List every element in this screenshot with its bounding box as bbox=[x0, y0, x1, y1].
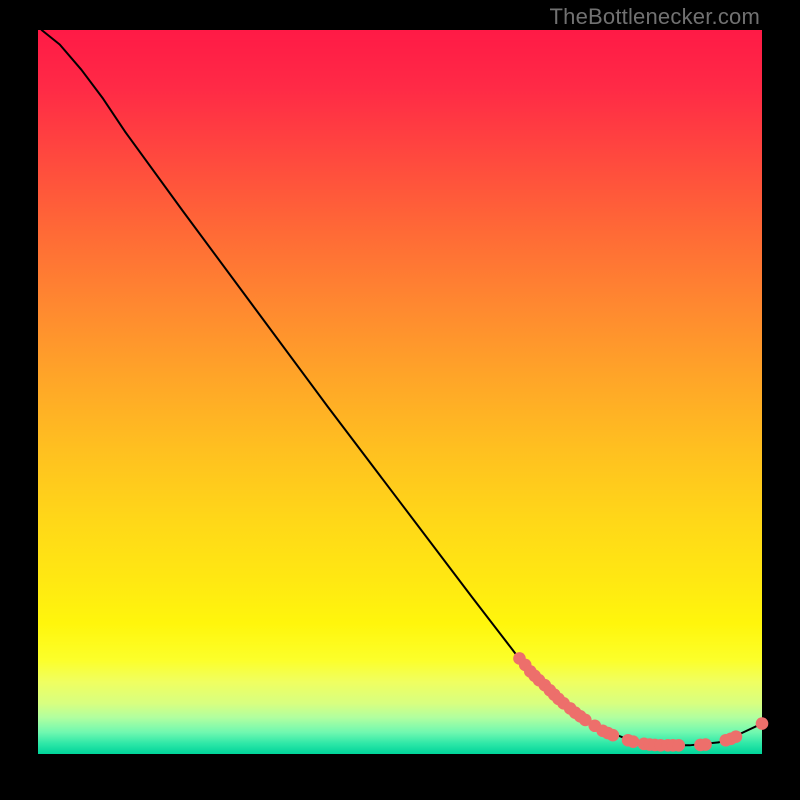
main-curve bbox=[42, 30, 762, 745]
data-point bbox=[699, 738, 712, 751]
chart-overlay-svg bbox=[38, 30, 762, 754]
data-points-group bbox=[513, 652, 768, 751]
data-point bbox=[672, 739, 685, 752]
watermark-text: TheBottlenecker.com bbox=[550, 4, 760, 30]
data-point bbox=[756, 717, 769, 730]
data-point bbox=[607, 729, 620, 742]
data-point bbox=[730, 730, 743, 743]
chart-frame: TheBottlenecker.com bbox=[0, 0, 800, 800]
data-point bbox=[627, 735, 640, 748]
heatmap-area bbox=[38, 30, 762, 754]
